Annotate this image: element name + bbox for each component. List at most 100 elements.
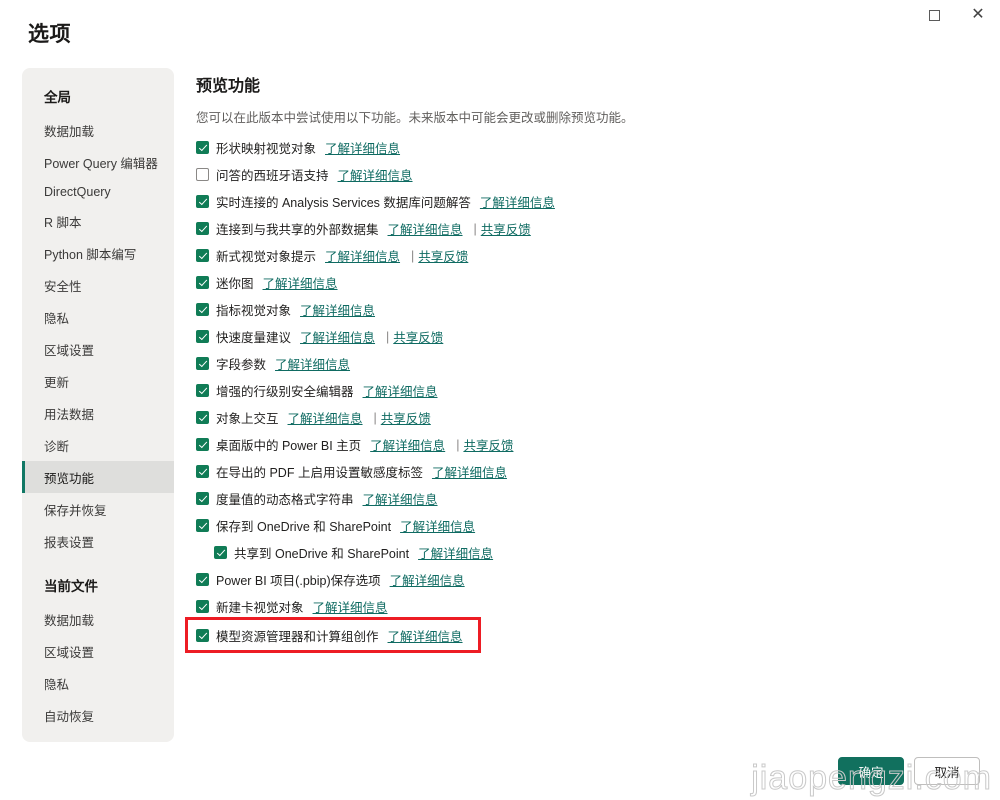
preview-feature-row: 形状映射视觉对象 了解详细信息 bbox=[196, 134, 980, 161]
feature-label: 度量值的动态格式字符串 bbox=[216, 493, 354, 507]
learn-more-link[interactable]: 了解详细信息 bbox=[313, 597, 388, 616]
feature-label: 对象上交互 bbox=[216, 412, 279, 426]
feature-checkbox[interactable] bbox=[196, 249, 209, 262]
link-separator: | bbox=[456, 437, 460, 452]
preview-feature-row: 共享到 OneDrive 和 SharePoint 了解详细信息 bbox=[196, 539, 980, 566]
learn-more-link[interactable]: 了解详细信息 bbox=[263, 273, 338, 292]
feature-checkbox[interactable] bbox=[196, 438, 209, 451]
feature-checkbox[interactable] bbox=[196, 276, 209, 289]
page-title: 选项 bbox=[28, 23, 71, 46]
ok-button[interactable]: 确定 bbox=[838, 757, 904, 785]
close-icon: ✕ bbox=[971, 6, 985, 23]
feature-label: 新式视觉对象提示 bbox=[216, 250, 317, 264]
share-feedback-link[interactable]: 共享反馈 bbox=[393, 327, 443, 346]
learn-more-link[interactable]: 了解详细信息 bbox=[388, 626, 463, 645]
learn-more-link[interactable]: 了解详细信息 bbox=[363, 489, 438, 508]
learn-more-link[interactable]: 了解详细信息 bbox=[370, 435, 445, 454]
feature-label: 共享到 OneDrive 和 SharePoint bbox=[234, 547, 410, 561]
link-separator: | bbox=[411, 248, 415, 263]
section-title: 预览功能 bbox=[196, 78, 261, 95]
learn-more-link[interactable]: 了解详细信息 bbox=[338, 165, 413, 184]
preview-feature-row: 对象上交互 了解详细信息 | 共享反馈 bbox=[196, 404, 980, 431]
feature-label: 形状映射视觉对象 bbox=[216, 142, 317, 156]
feature-checkbox[interactable] bbox=[196, 357, 209, 370]
preview-feature-row: 度量值的动态格式字符串 了解详细信息 bbox=[196, 485, 980, 512]
sidebar-item[interactable]: R 脚本 bbox=[22, 205, 174, 237]
feature-label: 指标视觉对象 bbox=[216, 304, 292, 318]
title-bar: ✕ bbox=[0, 0, 1000, 30]
sidebar-item[interactable]: 安全性 bbox=[22, 269, 174, 301]
learn-more-link[interactable]: 了解详细信息 bbox=[418, 543, 493, 562]
sidebar-item[interactable]: 诊断 bbox=[22, 429, 174, 461]
sidebar-group-title: 当前文件 bbox=[44, 579, 98, 594]
feature-checkbox[interactable] bbox=[196, 195, 209, 208]
sidebar-item[interactable]: 数据加载 bbox=[22, 603, 174, 635]
learn-more-link[interactable]: 了解详细信息 bbox=[432, 462, 507, 481]
feature-checkbox[interactable] bbox=[196, 628, 209, 642]
learn-more-link[interactable]: 了解详细信息 bbox=[390, 570, 465, 589]
sidebar-item[interactable]: 已发布的数据集设置 bbox=[22, 731, 174, 743]
share-feedback-link[interactable]: 共享反馈 bbox=[481, 219, 531, 238]
feature-checkbox[interactable] bbox=[214, 546, 227, 559]
preview-feature-row: 字段参数 了解详细信息 bbox=[196, 350, 980, 377]
feature-label: 连接到与我共享的外部数据集 bbox=[216, 223, 379, 237]
learn-more-link[interactable]: 了解详细信息 bbox=[300, 300, 375, 319]
sidebar-item[interactable]: 区域设置 bbox=[22, 635, 174, 667]
link-separator: | bbox=[386, 329, 390, 344]
maximize-button[interactable] bbox=[912, 0, 956, 30]
feature-label: 增强的行级别安全编辑器 bbox=[216, 385, 354, 399]
feature-checkbox[interactable] bbox=[196, 168, 209, 181]
sidebar-item[interactable]: 用法数据 bbox=[22, 397, 174, 429]
learn-more-link[interactable]: 了解详细信息 bbox=[325, 138, 400, 157]
main-panel: 预览功能 您可以在此版本中尝试使用以下功能。未来版本中可能会更改或删除预览功能。… bbox=[185, 68, 980, 653]
close-button[interactable]: ✕ bbox=[956, 0, 1000, 30]
sidebar-item[interactable]: 更新 bbox=[22, 365, 174, 397]
feature-checkbox[interactable] bbox=[196, 330, 209, 343]
feature-label: 在导出的 PDF 上启用设置敏感度标签 bbox=[216, 466, 423, 480]
feature-label: 迷你图 bbox=[216, 277, 254, 291]
learn-more-link[interactable]: 了解详细信息 bbox=[480, 192, 555, 211]
feature-checkbox[interactable] bbox=[196, 303, 209, 316]
sidebar-item[interactable]: 保存并恢复 bbox=[22, 493, 174, 525]
feature-checkbox[interactable] bbox=[196, 222, 209, 235]
feature-checkbox[interactable] bbox=[196, 600, 209, 613]
share-feedback-link[interactable]: 共享反馈 bbox=[418, 246, 468, 265]
preview-feature-row: 保存到 OneDrive 和 SharePoint 了解详细信息 bbox=[196, 512, 980, 539]
learn-more-link[interactable]: 了解详细信息 bbox=[325, 246, 400, 265]
sidebar-item[interactable]: 隐私 bbox=[22, 301, 174, 333]
preview-feature-row: 增强的行级别安全编辑器 了解详细信息 bbox=[196, 377, 980, 404]
preview-feature-row: 在导出的 PDF 上启用设置敏感度标签 了解详细信息 bbox=[196, 458, 980, 485]
feature-checkbox[interactable] bbox=[196, 465, 209, 478]
sidebar-group-title: 全局 bbox=[44, 90, 71, 105]
share-feedback-link[interactable]: 共享反馈 bbox=[463, 435, 513, 454]
learn-more-link[interactable]: 了解详细信息 bbox=[363, 381, 438, 400]
learn-more-link[interactable]: 了解详细信息 bbox=[275, 354, 350, 373]
feature-checkbox[interactable] bbox=[196, 411, 209, 424]
learn-more-link[interactable]: 了解详细信息 bbox=[300, 327, 375, 346]
sidebar-item[interactable]: 预览功能 bbox=[22, 461, 174, 493]
sidebar-item[interactable]: 报表设置 bbox=[22, 525, 174, 557]
sidebar-item[interactable]: 区域设置 bbox=[22, 333, 174, 365]
sidebar-item[interactable]: 隐私 bbox=[22, 667, 174, 699]
sidebar-item[interactable]: Power Query 编辑器 bbox=[22, 146, 174, 178]
sidebar-item[interactable]: 数据加载 bbox=[22, 114, 174, 146]
learn-more-link[interactable]: 了解详细信息 bbox=[400, 516, 475, 535]
feature-checkbox[interactable] bbox=[196, 573, 209, 586]
share-feedback-link[interactable]: 共享反馈 bbox=[381, 408, 431, 427]
learn-more-link[interactable]: 了解详细信息 bbox=[288, 408, 363, 427]
feature-checkbox[interactable] bbox=[196, 384, 209, 397]
sidebar-item[interactable]: DirectQuery bbox=[22, 178, 174, 205]
section-description: 您可以在此版本中尝试使用以下功能。未来版本中可能会更改或删除预览功能。 bbox=[196, 111, 634, 125]
preview-feature-row: 指标视觉对象 了解详细信息 bbox=[196, 296, 980, 323]
preview-feature-list: 形状映射视觉对象 了解详细信息 问答的西班牙语支持 了解详细信息 实时连接的 Analy… bbox=[185, 134, 980, 653]
learn-more-link[interactable]: 了解详细信息 bbox=[388, 219, 463, 238]
feature-checkbox[interactable] bbox=[196, 519, 209, 532]
feature-checkbox[interactable] bbox=[196, 492, 209, 505]
sidebar-item[interactable]: 自动恢复 bbox=[22, 699, 174, 731]
cancel-button[interactable]: 取消 bbox=[914, 757, 980, 785]
feature-checkbox[interactable] bbox=[196, 141, 209, 154]
feature-label: 模型资源管理器和计算组创作 bbox=[216, 629, 379, 644]
sidebar: 全局 数据加载 Power Query 编辑器 DirectQuery R 脚本 Pyth… bbox=[22, 68, 174, 742]
sidebar-item[interactable]: Python 脚本编写 bbox=[22, 237, 174, 269]
link-separator: | bbox=[473, 221, 477, 236]
